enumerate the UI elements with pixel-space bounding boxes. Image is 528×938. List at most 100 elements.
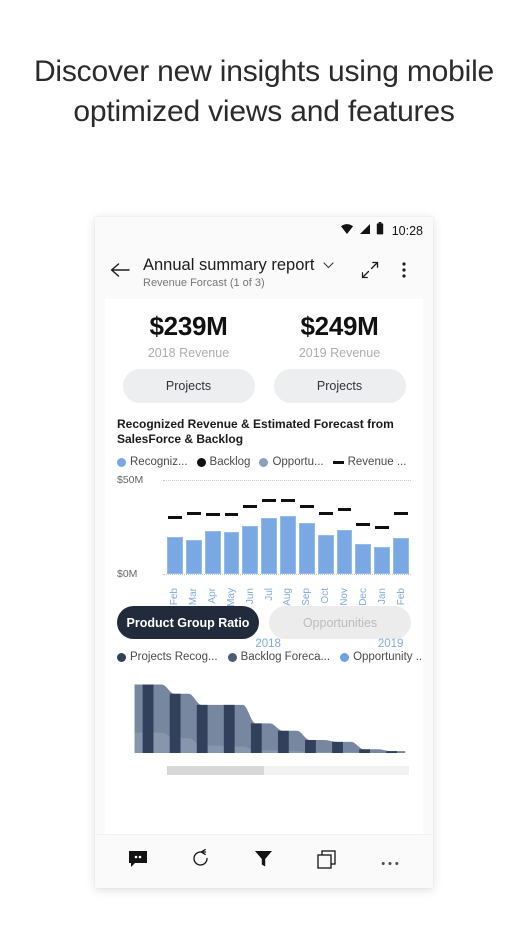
area-chart-bar[interactable] bbox=[332, 741, 343, 753]
legend-item[interactable]: Opportu... bbox=[259, 456, 324, 468]
bar-column[interactable] bbox=[317, 478, 334, 574]
bar[interactable] bbox=[393, 538, 409, 574]
bar-column[interactable] bbox=[374, 478, 391, 574]
kpi-card-2019[interactable]: $249M 2019 Revenue Projects bbox=[264, 311, 415, 403]
phone-mockup: 10:28 Annual summary report Revenue Forc… bbox=[95, 217, 433, 888]
bar-column[interactable] bbox=[261, 478, 278, 574]
y-tick-label-bottom: $0M bbox=[117, 568, 138, 580]
legend-item[interactable]: Revenue ... bbox=[332, 456, 406, 468]
x-axis-tick: Aug bbox=[280, 588, 296, 632]
bar-column[interactable] bbox=[242, 478, 259, 574]
x-axis-tick: Feb bbox=[167, 588, 183, 632]
report-canvas[interactable]: $239M 2018 Revenue Projects $249M 2019 R… bbox=[105, 299, 423, 844]
legend-label: Opportu... bbox=[272, 456, 324, 468]
x-axis-tick: Sep bbox=[299, 588, 315, 632]
x-axis-tick-label: Mar bbox=[188, 588, 200, 606]
bar-column[interactable] bbox=[280, 478, 296, 574]
bar[interactable] bbox=[355, 544, 372, 574]
bar[interactable] bbox=[204, 531, 221, 574]
bar-column[interactable] bbox=[185, 478, 202, 574]
bar-column[interactable] bbox=[223, 478, 240, 574]
target-marker bbox=[356, 522, 371, 526]
x-axis-tick-label: Nov bbox=[339, 588, 351, 606]
legend-item[interactable]: Projects Recog... bbox=[117, 651, 218, 663]
x-axis-labels: Feb Mar Apr May Jun Jul Aug Sep Oct Nov Dec Jan Feb bbox=[167, 588, 409, 632]
x-axis-tick-label: Feb bbox=[169, 588, 181, 606]
bar-column[interactable] bbox=[204, 478, 221, 574]
report-title-block[interactable]: Annual summary report Revenue Forcast (1… bbox=[143, 256, 353, 289]
bar[interactable] bbox=[336, 530, 353, 574]
bar-chart[interactable]: $50M $0M Feb Mar Apr May Jun Jul Aug Sep Oct Nov D… bbox=[117, 474, 411, 650]
x-axis-year-label: 2018 bbox=[255, 638, 281, 650]
back-button[interactable] bbox=[103, 255, 137, 289]
comments-button[interactable] bbox=[118, 842, 158, 882]
target-marker bbox=[262, 498, 277, 502]
area-chart-bar[interactable] bbox=[305, 740, 316, 753]
refresh-button[interactable] bbox=[181, 842, 221, 882]
bar[interactable] bbox=[242, 526, 259, 574]
bar-column[interactable] bbox=[355, 478, 372, 574]
bar[interactable] bbox=[185, 539, 202, 574]
more-button[interactable] bbox=[370, 842, 410, 882]
scrollbar-thumb[interactable] bbox=[167, 766, 264, 775]
legend-swatch-revenue-line bbox=[332, 460, 344, 464]
kpi-row: $239M 2018 Revenue Projects $249M 2019 R… bbox=[105, 299, 423, 403]
bar[interactable] bbox=[298, 523, 315, 574]
kpi-pill-projects[interactable]: Projects bbox=[122, 369, 255, 403]
back-arrow-icon bbox=[110, 262, 130, 283]
battery-icon bbox=[376, 222, 384, 240]
filter-button[interactable] bbox=[244, 842, 284, 882]
area-chart-bar[interactable] bbox=[277, 730, 289, 753]
bar[interactable] bbox=[223, 532, 240, 574]
bar-column[interactable] bbox=[393, 478, 409, 574]
chart-horizontal-scrollbar[interactable] bbox=[167, 766, 409, 775]
target-marker bbox=[224, 512, 239, 516]
bar[interactable] bbox=[167, 537, 183, 574]
cellular-signal-icon bbox=[359, 222, 371, 240]
bar[interactable] bbox=[280, 516, 296, 574]
area-chart-svg bbox=[134, 684, 406, 753]
chevron-down-icon[interactable] bbox=[322, 256, 334, 274]
bar-chart-legend: Recogniz... Backlog Opportu... Revenue .… bbox=[117, 456, 411, 468]
area-chart-bar[interactable] bbox=[223, 704, 235, 753]
bar[interactable] bbox=[261, 518, 278, 574]
bar-column[interactable] bbox=[167, 478, 183, 574]
kpi-card-2018[interactable]: $239M 2018 Revenue Projects bbox=[113, 311, 264, 403]
area-chart[interactable] bbox=[117, 673, 411, 753]
x-axis-tick-label: Aug bbox=[282, 588, 294, 606]
kpi-label: 2019 Revenue bbox=[298, 346, 381, 360]
overflow-menu-button[interactable] bbox=[387, 255, 421, 289]
legend-label: Projects Recog... bbox=[130, 651, 218, 663]
kpi-pill-projects[interactable]: Projects bbox=[273, 369, 406, 403]
kpi-value: $239M bbox=[149, 311, 228, 341]
legend-swatch-recognized bbox=[117, 457, 126, 467]
legend-item[interactable]: Recogniz... bbox=[117, 456, 188, 468]
area-chart-bar[interactable] bbox=[169, 693, 181, 753]
filter-icon bbox=[254, 850, 273, 873]
legend-item[interactable]: Opportunity ... bbox=[340, 651, 423, 663]
x-axis-group-labels: 2018 2019 bbox=[167, 638, 409, 650]
x-axis-tick: Oct bbox=[318, 588, 334, 632]
bar-plot-area bbox=[167, 478, 409, 574]
wifi-icon bbox=[340, 222, 354, 240]
area-chart-bar[interactable] bbox=[359, 749, 370, 753]
legend-item[interactable]: Backlog bbox=[196, 456, 250, 468]
more-vertical-icon bbox=[402, 261, 406, 283]
area-chart-bar[interactable] bbox=[250, 723, 262, 753]
bar[interactable] bbox=[317, 534, 334, 574]
legend-swatch-opportunity bbox=[259, 457, 269, 467]
legend-label: Recogniz... bbox=[130, 456, 188, 468]
area-chart-bar[interactable] bbox=[196, 704, 208, 753]
bar-column[interactable] bbox=[298, 478, 315, 574]
bar-column[interactable] bbox=[336, 478, 353, 574]
expand-button[interactable] bbox=[353, 255, 387, 289]
expand-diagonal-icon bbox=[361, 261, 379, 284]
x-axis-tick-label: Dec bbox=[357, 588, 369, 606]
area-chart-bar[interactable] bbox=[142, 684, 154, 753]
bar[interactable] bbox=[374, 546, 391, 574]
target-marker bbox=[281, 498, 295, 502]
area-chart-bar[interactable] bbox=[386, 751, 398, 753]
target-marker bbox=[318, 511, 333, 515]
legend-item[interactable]: Backlog Foreca... bbox=[227, 651, 330, 663]
pages-button[interactable] bbox=[307, 842, 347, 882]
